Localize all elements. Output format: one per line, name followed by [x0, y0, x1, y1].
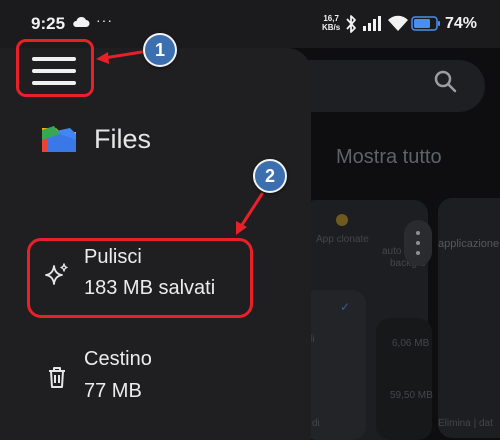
- status-time: 9:25: [31, 14, 66, 33]
- wifi-icon: [388, 15, 408, 31]
- status-bar: 9:25 ··· 16,7 KB/s 74%: [0, 0, 500, 48]
- show-all-link: Mostra tutto: [336, 146, 442, 168]
- check-icon: ✓: [340, 300, 351, 314]
- search-icon: [434, 70, 457, 93]
- hamburger-line: [32, 69, 76, 73]
- app-title: Files: [94, 124, 152, 154]
- app-icon-dot: [336, 214, 348, 226]
- drawer-item-clean[interactable]: Pulisci 183 MB salvati: [0, 234, 300, 314]
- hamburger-line: [32, 81, 76, 85]
- step-badge-1: 1: [143, 33, 177, 67]
- drawer-item-label: Cestino: [84, 348, 152, 370]
- drawer-item-detail: 77 MB: [84, 380, 142, 402]
- background-text: di: [312, 418, 320, 429]
- drawer-item-label: Pulisci: [84, 246, 142, 268]
- background-text: App clonate: [316, 234, 369, 245]
- hamburger-line: [32, 57, 76, 61]
- battery-icon: [411, 16, 440, 31]
- status-more-dots: ···: [96, 12, 113, 28]
- net-speed-unit: KB/s: [322, 23, 341, 32]
- background-card: [438, 198, 500, 438]
- sparkle-icon: [45, 263, 68, 285]
- files-logo-icon: [42, 126, 76, 152]
- step-badge-2: 2: [253, 159, 287, 193]
- background-text: auto: [382, 246, 402, 257]
- menu-button[interactable]: [24, 48, 84, 94]
- background-card: [376, 318, 432, 440]
- drawer-item-detail: 183 MB salvati: [84, 277, 216, 299]
- background-text: applicazione: [438, 238, 500, 250]
- trash-icon: [49, 367, 65, 388]
- navigation-drawer: Files Pulisci 183 MB salvati Cestino 77 …: [0, 48, 311, 440]
- bluetooth-icon: [346, 15, 356, 33]
- battery-percent: 74%: [445, 15, 478, 32]
- drawer-item-trash[interactable]: Cestino 77 MB: [0, 344, 300, 408]
- background-text: Elimina | dat: [438, 418, 493, 429]
- net-speed: 16,7 KB/s: [322, 14, 340, 32]
- background-text: 6,06 MB: [392, 338, 430, 349]
- cloud-icon: [73, 16, 90, 27]
- net-speed-value: 16,7: [323, 14, 339, 23]
- signal-icon: [363, 16, 381, 31]
- background-text: 59,50 MB: [390, 390, 433, 401]
- more-vert-icon: [404, 220, 432, 266]
